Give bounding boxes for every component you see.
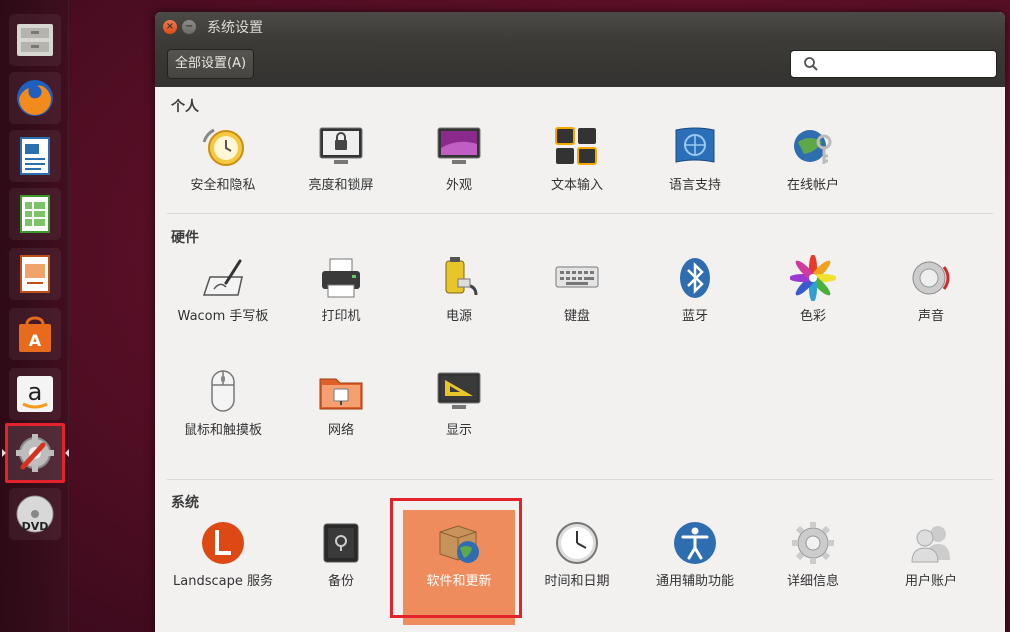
- item-label: 语言支持: [668, 178, 721, 193]
- section-divider: [167, 479, 993, 480]
- item-label: 显示: [445, 423, 472, 438]
- keyboard-icon: [552, 253, 602, 303]
- item-landscape[interactable]: Landscape 服务: [167, 518, 279, 592]
- search-icon: [804, 57, 818, 71]
- item-displays[interactable]: 显示: [403, 367, 515, 441]
- item-bluetooth[interactable]: 蓝牙: [639, 253, 751, 327]
- security-privacy-icon: [198, 122, 248, 172]
- universal-access-icon: [670, 518, 720, 568]
- color-icon: [788, 253, 838, 303]
- settings-content: 个人 安全和隐私 亮度和锁屏 外观 文本输入 语言支持 在线帐户 硬件 Waco…: [155, 87, 1005, 632]
- item-label: 安全和隐私: [190, 178, 256, 193]
- item-mouse-touchpad[interactable]: 鼠标和触摸板: [167, 367, 279, 441]
- item-label: 网络: [327, 423, 354, 438]
- item-label: 通用辅助功能: [655, 574, 734, 589]
- network-icon: [316, 367, 366, 417]
- annotation-highlight-box: [390, 498, 522, 618]
- amazon-launcher-icon[interactable]: a: [9, 368, 61, 420]
- item-label: 时间和日期: [544, 574, 610, 589]
- close-icon: ×: [165, 20, 175, 32]
- firefox-launcher-icon[interactable]: [9, 72, 61, 124]
- item-keyboard[interactable]: 键盘: [521, 253, 633, 327]
- calc-launcher-icon[interactable]: [9, 188, 61, 240]
- item-user-accounts[interactable]: 用户账户: [875, 518, 987, 592]
- section-divider: [167, 213, 993, 214]
- item-label: Landscape 服务: [173, 574, 273, 589]
- item-security-privacy[interactable]: 安全和隐私: [167, 122, 279, 196]
- item-backup[interactable]: 备份: [285, 518, 397, 592]
- details-gear-icon: [788, 518, 838, 568]
- files-launcher-icon[interactable]: [9, 14, 61, 66]
- item-appearance[interactable]: 外观: [403, 122, 515, 196]
- language-support-icon: [670, 122, 720, 172]
- section-title-hardware: 硬件: [171, 230, 199, 246]
- item-label: 电源: [445, 309, 472, 324]
- bluetooth-icon: [670, 253, 720, 303]
- item-network[interactable]: 网络: [285, 367, 397, 441]
- amazon-glyph: a: [28, 378, 43, 406]
- section-title-system: 系统: [171, 495, 199, 511]
- item-label: 文本输入: [550, 178, 603, 193]
- item-label: 蓝牙: [681, 309, 708, 324]
- item-power[interactable]: 电源: [403, 253, 515, 327]
- item-label: 亮度和锁屏: [308, 178, 374, 193]
- toolbar: 全部设置(A): [155, 41, 1005, 87]
- item-label: 备份: [327, 574, 354, 589]
- item-label: 键盘: [563, 309, 590, 324]
- item-details[interactable]: 详细信息: [757, 518, 869, 592]
- item-universal-access[interactable]: 通用辅助功能: [639, 518, 751, 592]
- item-label: 声音: [917, 309, 944, 324]
- item-label: 在线帐户: [786, 178, 839, 193]
- item-label: 打印机: [321, 309, 361, 324]
- backup-safe-icon: [316, 518, 366, 568]
- item-online-accounts[interactable]: 在线帐户: [757, 122, 869, 196]
- impress-launcher-icon[interactable]: [9, 248, 61, 300]
- sound-icon: [906, 253, 956, 303]
- appearance-icon: [434, 122, 484, 172]
- item-language-support[interactable]: 语言支持: [639, 122, 751, 196]
- running-indicator-right: [65, 449, 69, 457]
- all-settings-button[interactable]: 全部设置(A): [167, 49, 255, 79]
- mouse-icon: [198, 367, 248, 417]
- dvd-launcher-icon[interactable]: DVD: [9, 488, 61, 540]
- titlebar: × − 系统设置: [155, 12, 1005, 41]
- power-icon: [434, 253, 484, 303]
- minimize-button[interactable]: −: [182, 19, 196, 34]
- item-printers[interactable]: 打印机: [285, 253, 397, 327]
- item-label: 外观: [445, 178, 472, 193]
- system-settings-launcher-icon[interactable]: [2, 423, 69, 483]
- close-button[interactable]: ×: [163, 19, 177, 34]
- system-settings-window: × − 系统设置 全部设置(A) 个人 安全和隐私 亮度和锁屏 外观 文本输入 …: [155, 12, 1005, 632]
- item-sound[interactable]: 声音: [875, 253, 987, 327]
- svg-text:A: A: [29, 331, 42, 350]
- writer-launcher-icon[interactable]: [9, 130, 61, 182]
- search-input[interactable]: [790, 50, 997, 78]
- printer-icon: [316, 253, 366, 303]
- minimize-icon: −: [184, 20, 194, 32]
- item-wacom[interactable]: Wacom 手写板: [167, 253, 279, 327]
- item-label: 色彩: [799, 309, 826, 324]
- item-text-entry[interactable]: 文本输入: [521, 122, 633, 196]
- item-brightness-lock[interactable]: 亮度和锁屏: [285, 122, 397, 196]
- item-label: 详细信息: [786, 574, 839, 589]
- section-title-personal: 个人: [171, 99, 199, 115]
- item-time-date[interactable]: 时间和日期: [521, 518, 633, 592]
- dvd-glyph: DVD: [22, 520, 49, 533]
- item-color[interactable]: 色彩: [757, 253, 869, 327]
- item-label: 用户账户: [904, 574, 957, 589]
- landscape-icon: [198, 518, 248, 568]
- item-label: Wacom 手写板: [177, 309, 269, 324]
- launcher: A a DVD: [0, 0, 69, 632]
- display-icon: [434, 367, 484, 417]
- brightness-lock-icon: [316, 122, 366, 172]
- software-center-launcher-icon[interactable]: A: [9, 308, 61, 360]
- window-title: 系统设置: [207, 19, 263, 36]
- wacom-tablet-icon: [198, 253, 248, 303]
- text-entry-icon: [552, 122, 602, 172]
- users-icon: [906, 518, 956, 568]
- online-accounts-icon: [788, 122, 838, 172]
- item-label: 鼠标和触摸板: [183, 423, 262, 438]
- running-indicator-left: [2, 449, 6, 457]
- clock-icon: [552, 518, 602, 568]
